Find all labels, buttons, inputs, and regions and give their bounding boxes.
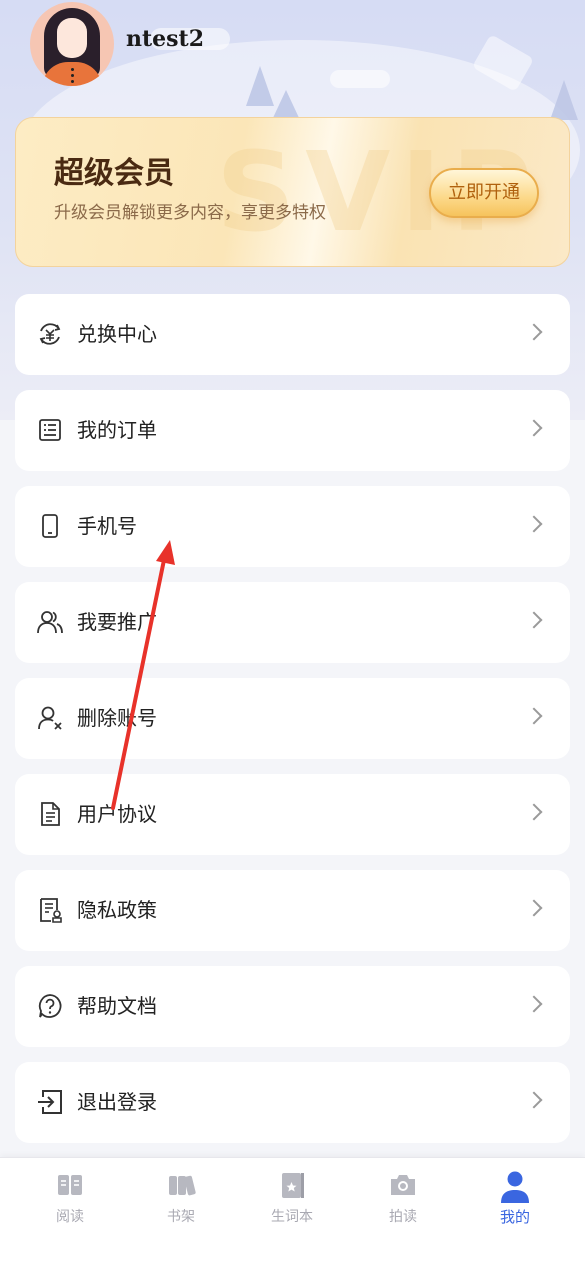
user-delete-icon xyxy=(38,706,62,730)
tab-bookshelf[interactable]: 书架 xyxy=(141,1170,221,1226)
bookshelf-icon xyxy=(166,1170,196,1200)
menu-item-privacy-policy[interactable]: 隐私政策 xyxy=(15,870,570,951)
tree-decoration xyxy=(550,80,578,120)
phone-icon xyxy=(42,514,58,538)
username: ntest2 xyxy=(126,26,205,52)
menu-item-promote[interactable]: 我要推广 xyxy=(15,582,570,663)
menu-item-label: 我的订单 xyxy=(77,418,157,442)
chevron-right-icon xyxy=(525,899,543,917)
menu-item-label: 退出登录 xyxy=(77,1090,157,1114)
chevron-right-icon xyxy=(525,707,543,725)
tab-label: 我的 xyxy=(499,1208,530,1226)
menu-item-label: 删除账号 xyxy=(77,706,157,730)
menu-item-exchange-center[interactable]: 兑换中心 xyxy=(15,294,570,375)
chevron-right-icon xyxy=(525,803,543,821)
menu-item-label: 用户协议 xyxy=(77,802,157,826)
privacy-icon xyxy=(40,898,62,923)
chevron-right-icon xyxy=(525,995,543,1013)
menu-item-label: 手机号 xyxy=(77,514,137,538)
activate-vip-button[interactable]: 立即开通 xyxy=(429,168,539,218)
tab-label: 拍读 xyxy=(389,1209,417,1225)
bottom-tab-bar: 阅读 书架 生词本 拍读 我的 xyxy=(0,1157,585,1267)
wordbook-icon xyxy=(277,1170,307,1200)
document-icon xyxy=(41,802,60,826)
tab-label: 阅读 xyxy=(56,1209,84,1225)
menu-item-label: 兑换中心 xyxy=(77,322,157,346)
chevron-right-icon xyxy=(525,323,543,341)
tab-label: 书架 xyxy=(167,1209,195,1225)
book-open-icon xyxy=(55,1170,85,1200)
menu-item-label: 隐私政策 xyxy=(77,898,157,922)
tree-decoration xyxy=(272,90,300,120)
order-icon xyxy=(39,419,61,441)
chevron-right-icon xyxy=(525,515,543,533)
menu-item-phone-number[interactable]: 手机号 xyxy=(15,486,570,567)
tab-reading[interactable]: 阅读 xyxy=(30,1170,110,1226)
vip-subtitle: 升级会员解锁更多内容，享更多特权 xyxy=(54,203,326,223)
menu-item-label: 我要推广 xyxy=(77,610,157,634)
chevron-right-icon xyxy=(525,419,543,437)
users-icon xyxy=(37,611,63,634)
logout-icon xyxy=(38,1090,62,1114)
vip-card[interactable]: SVIP 超级会员 升级会员解锁更多内容，享更多特权 立即开通 xyxy=(15,117,570,267)
tab-mine[interactable]: 我的 xyxy=(475,1170,555,1227)
avatar[interactable] xyxy=(30,2,114,86)
tab-photo-read[interactable]: 拍读 xyxy=(363,1170,443,1226)
person-icon xyxy=(500,1170,530,1203)
menu-item-label: 帮助文档 xyxy=(77,994,157,1018)
vip-title: 超级会员 xyxy=(54,156,174,191)
exchange-icon xyxy=(39,323,61,345)
menu-item-logout[interactable]: 退出登录 xyxy=(15,1062,570,1143)
camera-icon xyxy=(388,1170,418,1200)
menu-item-my-orders[interactable]: 我的订单 xyxy=(15,390,570,471)
cloud-decoration xyxy=(330,70,390,88)
menu-item-user-agreement[interactable]: 用户协议 xyxy=(15,774,570,855)
tree-decoration xyxy=(246,66,274,106)
tab-label: 生词本 xyxy=(271,1209,313,1225)
menu-item-help-docs[interactable]: 帮助文档 xyxy=(15,966,570,1047)
chevron-right-icon xyxy=(525,1091,543,1109)
settings-menu: 兑换中心 我的订单 手机号 我要推广 删除账号 用户协议 隐私政策 帮助文档 退… xyxy=(15,294,570,1158)
chevron-right-icon xyxy=(525,611,543,629)
help-icon xyxy=(38,994,62,1018)
menu-item-delete-account[interactable]: 删除账号 xyxy=(15,678,570,759)
tab-wordbook[interactable]: 生词本 xyxy=(252,1170,332,1226)
